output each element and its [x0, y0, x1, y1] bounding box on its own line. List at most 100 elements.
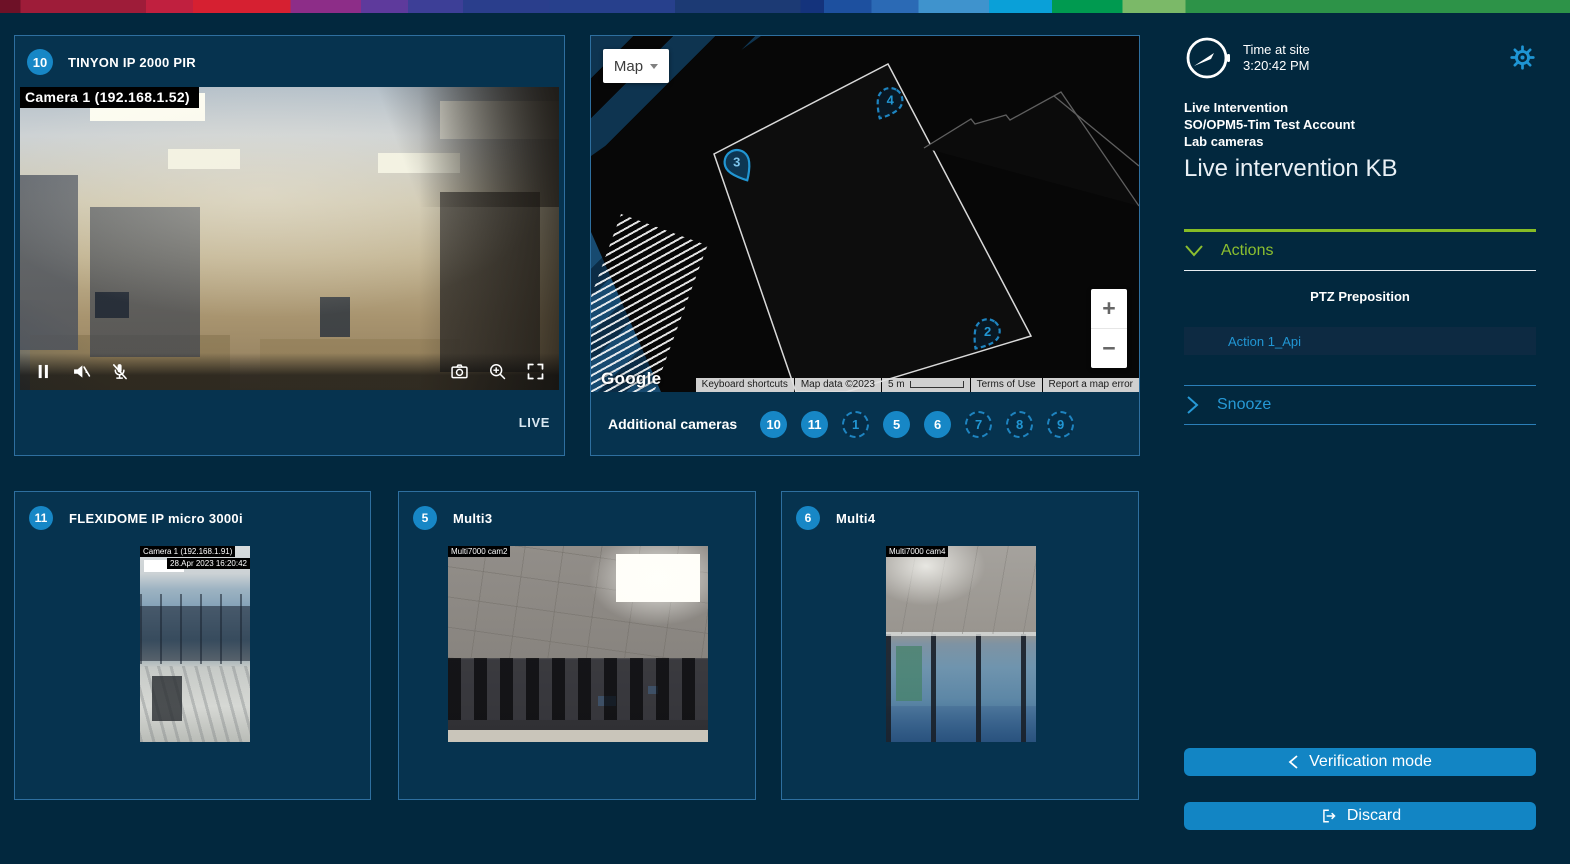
context-line: Live Intervention — [1184, 99, 1536, 116]
additional-camera-chip[interactable]: 6 — [924, 411, 951, 438]
map-scale-label: 5 m — [888, 379, 905, 390]
camera-number-badge: 5 — [413, 506, 437, 530]
clock-icon — [1184, 35, 1230, 81]
intervention-context: Live Intervention SO/OPM5-Tim Test Accou… — [1184, 99, 1536, 150]
snapshot-icon[interactable] — [449, 361, 470, 382]
map-zoom-in-button[interactable]: + — [1091, 289, 1127, 329]
discard-label: Discard — [1347, 807, 1401, 825]
context-line: SO/OPM5-Tim Test Account — [1184, 116, 1536, 133]
discard-button[interactable]: Discard — [1184, 802, 1536, 830]
camera-card-header: 6 Multi4 — [782, 492, 1138, 530]
camera-card: 11 FLEXIDOME IP micro 3000i Camera 1 (19… — [14, 491, 371, 800]
white-divider — [1184, 270, 1536, 271]
audio-muted-icon[interactable] — [71, 361, 92, 382]
camera-number-badge: 6 — [796, 506, 820, 530]
map-pin-number: 2 — [974, 324, 1002, 339]
map-attribution-bar: Keyboard shortcuts Map data ©2023 5 m Te… — [696, 378, 1139, 392]
snooze-section-header[interactable]: Snooze — [1184, 386, 1536, 424]
map-zoom-control: + − — [1091, 289, 1127, 368]
verification-mode-button[interactable]: Verification mode — [1184, 748, 1536, 776]
camera-osd-label: Multi7000 cam2 — [448, 546, 510, 557]
map-type-dropdown[interactable]: Map — [603, 49, 669, 83]
map-building-outlines — [591, 36, 1139, 392]
camera-card: 6 Multi4 Multi7000 cam4 — [781, 491, 1139, 800]
camera-card: 5 Multi3 Multi7000 cam2 — [398, 491, 756, 800]
app-window: 10 TINYON IP 2000 PIR Camera 1 (192.168.… — [0, 0, 1570, 864]
zoom-in-icon[interactable] — [487, 361, 508, 382]
map-type-label: Map — [614, 58, 643, 75]
camera-feed-image — [448, 546, 708, 742]
map-scale-bar — [910, 381, 964, 388]
camera-feed-image — [140, 546, 250, 742]
camera-osd-label: Camera 1 (192.168.1.52) — [20, 87, 199, 108]
camera-feed-image — [20, 87, 559, 390]
chevron-down-icon — [1184, 243, 1204, 259]
brand-stripe — [0, 0, 1570, 13]
additional-camera-chip[interactable]: 5 — [883, 411, 910, 438]
report-map-error-link[interactable]: Report a map error — [1043, 378, 1139, 392]
camera-thumbnail[interactable]: Camera 1 (192.168.1.91) 28.Apr 2023 16:2… — [140, 546, 250, 742]
map-data-copyright: Map data ©2023 — [795, 378, 881, 392]
camera-title: TINYON IP 2000 PIR — [68, 55, 196, 70]
time-at-site-value: 3:20:42 PM — [1243, 58, 1310, 74]
time-at-site: Time at site 3:20:42 PM — [1243, 35, 1310, 74]
camera-osd-label: Camera 1 (192.168.1.91) — [140, 546, 235, 557]
keyboard-shortcuts-link[interactable]: Keyboard shortcuts — [696, 378, 794, 392]
google-logo[interactable]: Google — [601, 369, 661, 389]
context-line: Lab cameras — [1184, 133, 1536, 150]
main-camera-header: 10 TINYON IP 2000 PIR — [15, 36, 564, 75]
additional-cameras-label: Additional cameras — [608, 416, 737, 432]
gear-icon[interactable] — [1509, 35, 1536, 71]
main-camera-video[interactable]: Camera 1 (192.168.1.52) — [20, 87, 559, 390]
main-camera-card: 10 TINYON IP 2000 PIR Camera 1 (192.168.… — [14, 35, 565, 456]
map-zoom-out-button[interactable]: − — [1091, 329, 1127, 368]
camera-thumbnail[interactable]: Multi7000 cam4 — [886, 546, 1036, 742]
mic-muted-icon[interactable] — [109, 361, 130, 382]
discard-icon — [1319, 807, 1337, 825]
additional-camera-chip[interactable]: 1 — [842, 411, 869, 438]
camera-number-badge: 11 — [29, 506, 53, 530]
blue-divider — [1184, 424, 1536, 425]
camera-title: Multi3 — [453, 511, 492, 526]
additional-camera-chip[interactable]: 7 — [965, 411, 992, 438]
additional-camera-chip[interactable]: 10 — [760, 411, 787, 438]
map-scale: 5 m — [882, 378, 970, 392]
main-camera-footer: LIVE — [15, 389, 564, 455]
camera-card-header: 11 FLEXIDOME IP micro 3000i — [15, 492, 370, 530]
intervention-side-panel: Time at site 3:20:42 PM Live Interventio… — [1184, 35, 1536, 830]
camera-number-badge: 10 — [27, 49, 53, 75]
ptz-preposition-label: PTZ Preposition — [1184, 289, 1536, 304]
live-status-badge: LIVE — [519, 415, 550, 430]
terms-of-use-link[interactable]: Terms of Use — [971, 378, 1042, 392]
additional-cameras-row: Additional cameras 10 11 1 5 6 7 8 9 — [591, 393, 1139, 455]
intervention-title: Live intervention KB — [1184, 155, 1536, 183]
side-panel-header: Time at site 3:20:42 PM — [1184, 35, 1536, 81]
back-chevron-icon — [1288, 754, 1299, 770]
video-control-bar — [20, 353, 559, 390]
snooze-section-label: Snooze — [1217, 396, 1271, 414]
chevron-right-icon — [1184, 395, 1200, 415]
camera-feed-image — [886, 546, 1036, 742]
camera-card-header: 5 Multi3 — [399, 492, 755, 530]
map-pin-number: 3 — [723, 155, 751, 170]
action-1-api-button[interactable]: Action 1_Api — [1184, 327, 1536, 355]
additional-camera-chip[interactable]: 8 — [1006, 411, 1033, 438]
additional-camera-chip[interactable]: 9 — [1047, 411, 1074, 438]
camera-osd-timestamp: 28.Apr 2023 16:20:42 — [167, 558, 250, 569]
actions-section-label: Actions — [1221, 242, 1273, 260]
spacer — [1184, 355, 1536, 385]
map-pin-number: 4 — [876, 93, 904, 108]
map-card: 4 3 2 Map + − Google Keyboard shortcuts … — [590, 35, 1140, 456]
camera-title: Multi4 — [836, 511, 875, 526]
camera-title: FLEXIDOME IP micro 3000i — [69, 511, 243, 526]
map-canvas[interactable]: 4 3 2 Map + − Google Keyboard shortcuts … — [591, 36, 1139, 392]
actions-section-header[interactable]: Actions — [1184, 232, 1536, 270]
fullscreen-icon[interactable] — [525, 361, 546, 382]
camera-osd-label: Multi7000 cam4 — [886, 546, 948, 557]
verification-mode-label: Verification mode — [1309, 753, 1432, 771]
pause-icon[interactable] — [33, 361, 54, 382]
dropdown-caret-icon — [650, 64, 658, 69]
camera-thumbnail[interactable]: Multi7000 cam2 — [448, 546, 708, 742]
additional-camera-chip[interactable]: 11 — [801, 411, 828, 438]
time-at-site-label: Time at site — [1243, 42, 1310, 58]
